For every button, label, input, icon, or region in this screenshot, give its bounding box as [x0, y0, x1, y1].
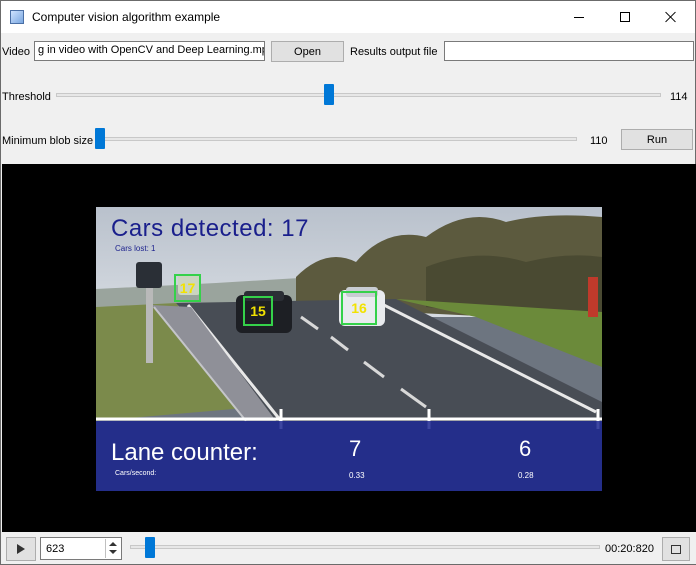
maximize-button[interactable]: [602, 1, 648, 33]
detection-id: 15: [250, 303, 266, 319]
spin-buttons[interactable]: [105, 539, 121, 558]
lane-counter-title: Lane counter:: [111, 439, 258, 466]
results-output-input[interactable]: [444, 41, 694, 61]
lane-counter-panel: Lane counter: Cars/second: 7 0.33 6 0.28: [96, 421, 602, 491]
threshold-slider-handle[interactable]: [323, 84, 334, 105]
seek-slider-handle[interactable]: [145, 537, 156, 558]
run-button[interactable]: Run: [621, 129, 693, 150]
video-frame: Cars detected: 17 Cars lost: 1 17 15 16 …: [96, 207, 602, 491]
cars-detected-text: Cars detected: 17: [111, 215, 309, 242]
title-bar[interactable]: Computer vision algorithm example: [1, 1, 695, 33]
seek-slider-track[interactable]: [130, 545, 600, 549]
results-label: Results output file: [350, 46, 438, 58]
threshold-label: Threshold: [2, 91, 51, 103]
detection-box: 17: [174, 274, 201, 302]
player-bar: 623 00:20:820: [2, 532, 696, 564]
play-button[interactable]: [6, 537, 36, 561]
blob-size-slider-handle[interactable]: [95, 128, 105, 149]
close-icon: [665, 11, 677, 23]
window-title: Computer vision algorithm example: [32, 10, 221, 24]
detection-box: 15: [243, 296, 273, 326]
video-path-input[interactable]: g in video with OpenCV and Deep Learning…: [34, 41, 265, 61]
app-window: Computer vision algorithm example Video …: [0, 0, 696, 565]
minimize-button[interactable]: [556, 1, 602, 33]
minimize-icon: [574, 16, 584, 18]
detection-box: 16: [341, 291, 377, 325]
threshold-slider-track[interactable]: [56, 93, 661, 97]
blob-size-slider-track[interactable]: [95, 137, 577, 141]
frame-spinbox[interactable]: 623: [40, 537, 122, 560]
lane-1-count: 7: [349, 436, 362, 461]
fullscreen-button[interactable]: [662, 537, 690, 561]
detection-id: 16: [351, 300, 367, 316]
close-button[interactable]: [648, 1, 694, 33]
frame-number: 623: [46, 543, 65, 555]
app-icon: [10, 10, 24, 24]
lane-2-rate: 0.28: [518, 471, 534, 480]
open-button[interactable]: Open: [271, 41, 344, 62]
fullscreen-icon: [671, 544, 681, 554]
playback-time: 00:20:820: [605, 543, 654, 555]
maximize-icon: [620, 12, 630, 22]
cars-lost-text: Cars lost: 1: [115, 244, 156, 253]
video-display: Cars detected: 17 Cars lost: 1 17 15 16 …: [2, 164, 696, 532]
play-icon: [17, 544, 25, 554]
cars-per-second-label: Cars/second:: [115, 470, 157, 477]
chevron-down-icon[interactable]: [109, 550, 117, 554]
lane-1-rate: 0.33: [349, 471, 365, 480]
detection-id: 17: [179, 280, 196, 296]
lane-2-count: 6: [519, 436, 532, 461]
blob-size-value: 110: [590, 135, 608, 147]
threshold-value: 114: [670, 91, 688, 103]
video-label: Video: [2, 46, 30, 58]
chevron-up-icon[interactable]: [109, 542, 117, 546]
blob-size-label: Minimum blob size: [2, 135, 94, 147]
